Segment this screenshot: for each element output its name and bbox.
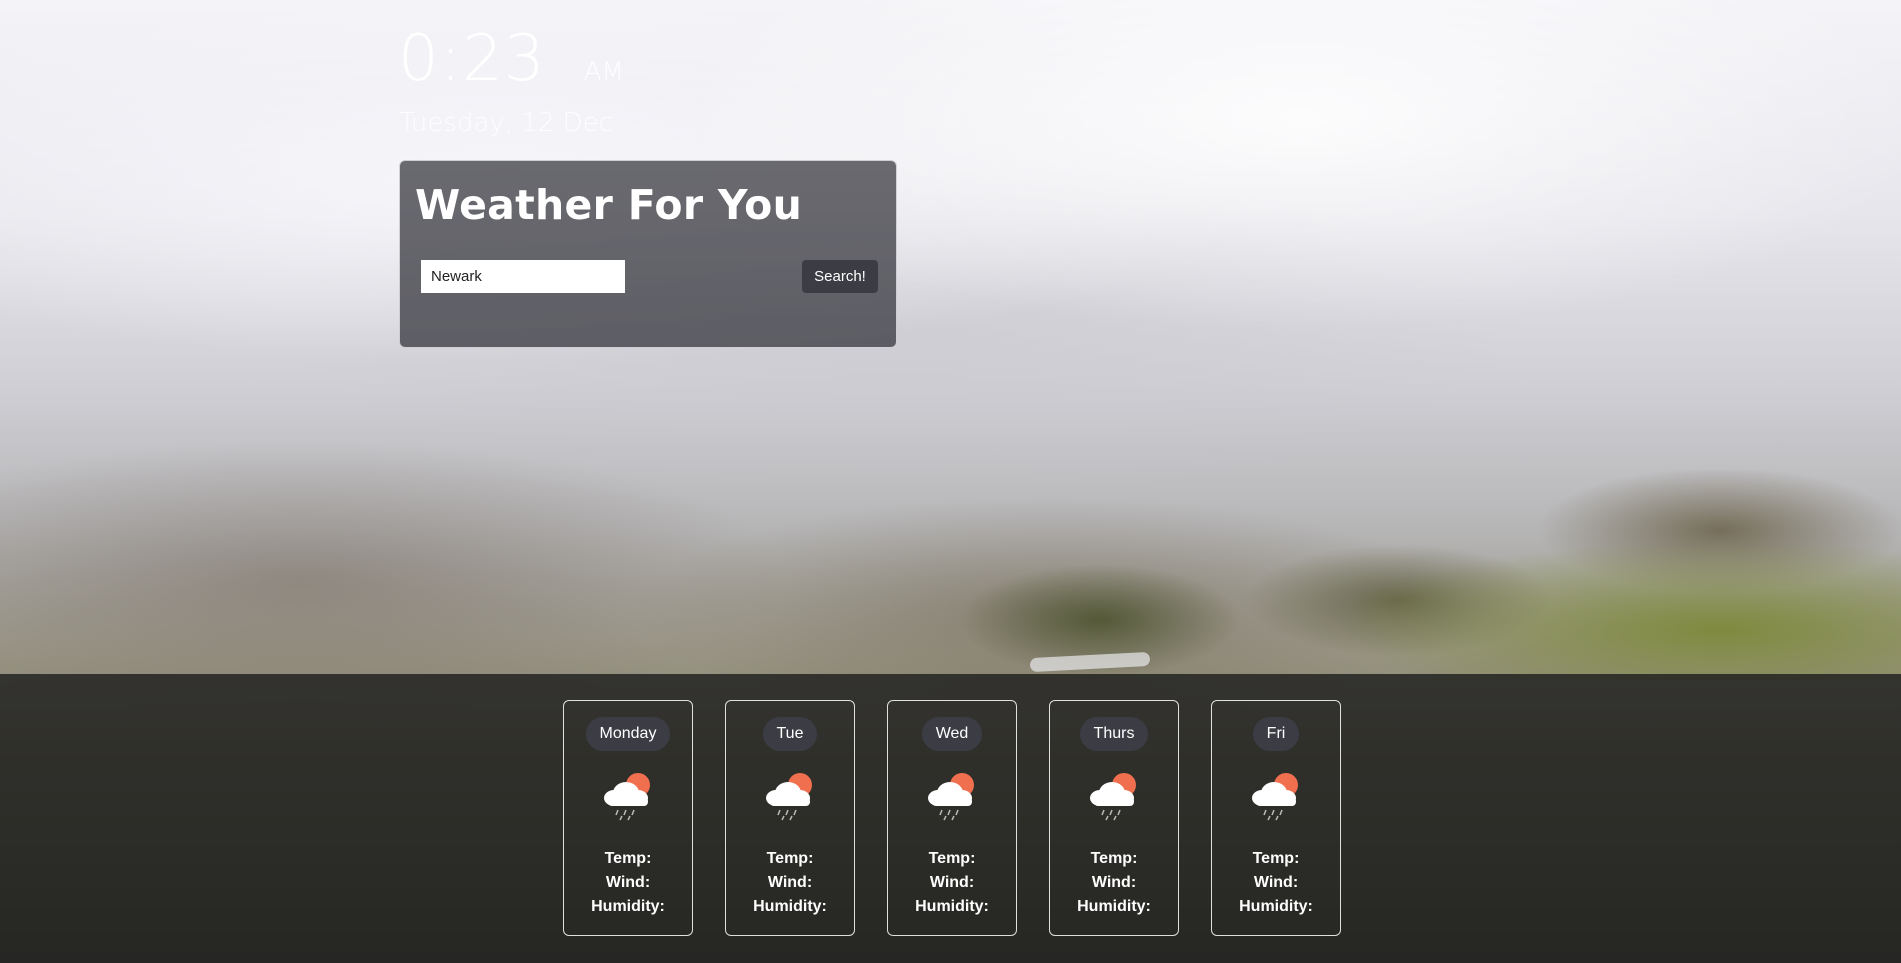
forecast-day: Tue xyxy=(762,717,818,751)
humidity-label: Humidity: xyxy=(915,898,989,915)
clock: 0:23 AM xyxy=(398,22,624,96)
forecast-stats: Temp: Wind: Humidity: xyxy=(726,847,854,919)
weather-app: 0:23 AM Tuesday, 12 Dec Weather For You S… xyxy=(0,0,1901,963)
humidity-label: Humidity: xyxy=(1239,898,1313,915)
forecast-day: Thurs xyxy=(1079,717,1149,751)
search-panel: Weather For You Search! xyxy=(399,160,897,348)
cloud-sun-rain-icon xyxy=(766,773,812,821)
humidity-label: Humidity: xyxy=(591,898,665,915)
app-title: Weather For You xyxy=(415,181,803,229)
temp-label: Temp: xyxy=(1252,850,1300,867)
city-search-input[interactable] xyxy=(421,260,625,293)
forecast-stats: Temp: Wind: Humidity: xyxy=(564,847,692,919)
forecast-stats: Temp: Wind: Humidity: xyxy=(888,847,1016,919)
cloud-sun-rain-icon xyxy=(1090,773,1136,821)
wind-label: Wind: xyxy=(1091,874,1137,891)
forecast-card: Fri Temp: Wind: Humidity: xyxy=(1211,700,1341,936)
wind-label: Wind: xyxy=(929,874,975,891)
temp-label: Temp: xyxy=(928,850,976,867)
cloud-sun-rain-icon xyxy=(604,773,650,821)
forecast-card: Tue Temp: Wind: Humidity: xyxy=(725,700,855,936)
forecast-card: Thurs Temp: Wind: Humidity: xyxy=(1049,700,1179,936)
forecast-stats: Temp: Wind: Humidity: xyxy=(1050,847,1178,919)
current-date: Tuesday, 12 Dec xyxy=(399,108,613,138)
temp-label: Temp: xyxy=(604,850,652,867)
cloud-sun-rain-icon xyxy=(928,773,974,821)
clock-ampm: AM xyxy=(583,57,624,87)
forecast-card: Monday Temp: Wind: Humidity: xyxy=(563,700,693,936)
clock-time: 0:23 xyxy=(398,22,546,96)
wind-label: Wind: xyxy=(767,874,813,891)
humidity-label: Humidity: xyxy=(1077,898,1151,915)
forecast-stats: Temp: Wind: Humidity: xyxy=(1212,847,1340,919)
wind-label: Wind: xyxy=(1253,874,1299,891)
wind-label: Wind: xyxy=(605,874,651,891)
forecast-day: Monday xyxy=(585,717,671,751)
temp-label: Temp: xyxy=(1090,850,1138,867)
forecast-day: Fri xyxy=(1252,717,1300,751)
forecast-card: Wed Temp: Wind: Humidity: xyxy=(887,700,1017,936)
temp-label: Temp: xyxy=(766,850,814,867)
forecast-strip: Monday Temp: Wind: Humidity: Tue Temp: W… xyxy=(0,674,1901,963)
search-button[interactable]: Search! xyxy=(802,260,878,293)
forecast-day: Wed xyxy=(921,717,983,751)
humidity-label: Humidity: xyxy=(753,898,827,915)
cloud-sun-rain-icon xyxy=(1252,773,1298,821)
background-meadow xyxy=(1341,520,1901,680)
